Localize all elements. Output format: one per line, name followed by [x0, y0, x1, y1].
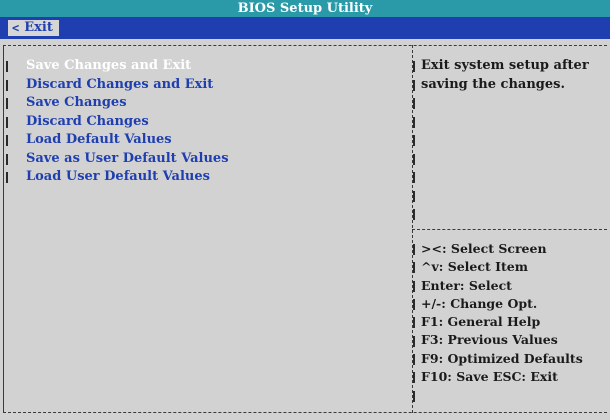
row-marker	[413, 354, 415, 365]
key-help-select-screen: ><: Select Screen	[421, 241, 547, 256]
help-line: Exit system setup after	[421, 58, 589, 73]
key-help-optimized-defaults: F9: Optimized Defaults	[421, 350, 583, 366]
row-marker	[413, 135, 415, 146]
menu-item-save-changes-and-exit[interactable]: Save Changes and Exit	[26, 57, 229, 76]
row-marker	[413, 154, 415, 165]
help-separator	[412, 229, 607, 230]
row-marker	[413, 117, 415, 128]
tab-exit[interactable]: < Exit	[8, 20, 59, 36]
menu-bar: < Exit	[0, 17, 610, 39]
row-marker	[6, 98, 8, 109]
row-marker	[6, 172, 8, 183]
frame-bottom-border	[3, 412, 607, 413]
key-help-select-item: ^v: Select Item	[421, 259, 528, 275]
key-help-general-help: F1: General Help	[421, 314, 541, 330]
chevron-left-icon: <	[12, 21, 20, 35]
menu-item-discard-changes-and-exit[interactable]: Discard Changes and Exit	[26, 76, 229, 95]
menu-item-load-default-values[interactable]: Load Default Values	[26, 131, 229, 150]
row-marker	[413, 336, 415, 347]
row-marker	[413, 98, 415, 109]
row-marker	[413, 262, 415, 273]
row-marker	[6, 117, 8, 128]
row-marker	[413, 80, 415, 91]
key-help-change-opt: +/-: Change Opt.	[421, 295, 538, 311]
row-marker	[6, 80, 8, 91]
row-marker	[413, 317, 415, 328]
row-marker	[6, 154, 8, 165]
title-bar: BIOS Setup Utility	[0, 0, 610, 17]
row-marker	[413, 299, 415, 310]
row-marker	[413, 372, 415, 383]
menu-item-discard-changes[interactable]: Discard Changes	[26, 113, 229, 132]
row-marker	[413, 191, 415, 202]
key-help-previous-values: F3: Previous Values	[421, 332, 558, 348]
row-marker	[413, 391, 415, 402]
row-marker	[413, 61, 415, 72]
tab-exit-label: Exit	[24, 20, 53, 35]
menu-item-save-user-default-values[interactable]: Save as User Default Values	[26, 150, 229, 169]
row-marker	[6, 61, 8, 72]
key-help-list: ><: Select Screen ^v: Select Item Enter:…	[421, 240, 583, 386]
menu-item-load-user-default-values[interactable]: Load User Default Values	[26, 168, 229, 187]
frame-left-border	[3, 45, 4, 413]
row-marker	[6, 135, 8, 146]
key-help-enter: Enter: Select	[421, 277, 512, 293]
row-marker	[413, 172, 415, 183]
row-marker	[413, 244, 415, 255]
item-help-text: Exit system setup after saving the chang…	[421, 57, 607, 94]
key-help-save-exit: F10: Save ESC: Exit	[421, 369, 558, 385]
window-title: BIOS Setup Utility	[237, 1, 373, 16]
menu-item-save-changes[interactable]: Save Changes	[26, 94, 229, 113]
exit-menu-list: Save Changes and Exit Discard Changes an…	[26, 57, 229, 187]
help-line: saving the changes.	[421, 76, 566, 92]
row-marker	[413, 209, 415, 220]
frame-top-border	[3, 45, 607, 46]
row-marker	[413, 281, 415, 292]
